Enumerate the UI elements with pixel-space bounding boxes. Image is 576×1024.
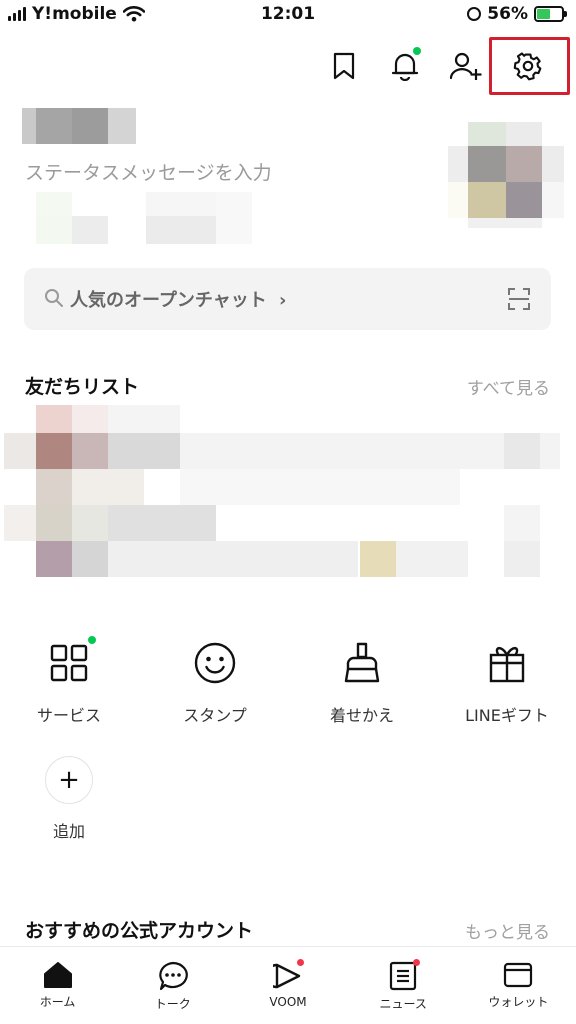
- open-chat-search-bar[interactable]: 人気のオープンチャット ›: [24, 268, 551, 330]
- open-chat-label: 人気のオープンチャット ›: [70, 286, 286, 312]
- battery-charging-icon: [534, 6, 567, 22]
- battery-fill: [537, 9, 551, 19]
- add-service-button[interactable]: + 追加: [4, 756, 134, 842]
- qr-scan-icon[interactable]: [507, 287, 531, 311]
- nav-voom[interactable]: VOOM: [230, 947, 345, 1024]
- friends-list-blurred[interactable]: [4, 405, 570, 579]
- service-label: LINEギフト: [465, 706, 549, 725]
- add-friend-button[interactable]: [444, 44, 488, 88]
- nav-talk[interactable]: トーク: [115, 947, 230, 1024]
- service-line-gift[interactable]: LINEギフト: [442, 638, 572, 726]
- service-themes[interactable]: 着せかえ: [297, 638, 427, 726]
- service-label: サービス: [36, 706, 101, 725]
- brush-icon: [337, 638, 387, 688]
- official-see-more-link[interactable]: もっと見る: [465, 918, 550, 943]
- profile-avatar-blurred[interactable]: [448, 122, 564, 228]
- chat-icon: [159, 961, 188, 991]
- nav-home[interactable]: ホーム: [0, 947, 115, 1024]
- battery-percentage: 56%: [487, 4, 528, 24]
- gift-icon: [482, 638, 532, 688]
- add-friend-icon: [449, 52, 482, 80]
- bookmark-icon: [333, 52, 355, 80]
- nav-news[interactable]: ニュース: [346, 947, 461, 1024]
- plus-icon: +: [58, 765, 80, 795]
- nav-label: ウォレット: [488, 995, 549, 1009]
- voom-badge-dot: [297, 959, 305, 966]
- rotation-lock-icon: [467, 7, 482, 21]
- status-message-input[interactable]: ステータスメッセージを入力: [25, 158, 272, 185]
- service-label: スタンプ: [183, 706, 247, 725]
- news-badge-dot: [412, 959, 420, 966]
- settings-highlight-box: [489, 37, 570, 95]
- friends-see-all-link[interactable]: すべて見る: [467, 374, 550, 399]
- brush-icon-svg: [344, 642, 380, 683]
- nav-label: ニュース: [379, 997, 427, 1011]
- add-circle: +: [45, 756, 93, 804]
- gift-icon-svg: [489, 646, 525, 683]
- search-icon: [45, 289, 63, 307]
- profile-name-blurred[interactable]: [22, 108, 136, 144]
- nav-label: ホーム: [39, 995, 76, 1009]
- news-icon: [390, 961, 417, 991]
- nav-wallet[interactable]: ウォレット: [461, 947, 576, 1024]
- service-services[interactable]: サービス: [4, 636, 134, 726]
- open-chat-text: 人気のオープンチャット: [70, 290, 267, 311]
- friends-list-title: 友だちリスト: [25, 376, 140, 398]
- grid-icon-svg: [50, 644, 88, 682]
- service-label: 着せかえ: [329, 706, 394, 725]
- chevron-right-icon: ›: [279, 290, 287, 311]
- bottom-navigation: ホーム トーク VOOM ニュース ウォレット: [0, 946, 576, 1024]
- notifications-button[interactable]: [383, 44, 427, 88]
- smiley-icon: [190, 638, 240, 688]
- nav-label: トーク: [154, 997, 191, 1011]
- home-icon: [43, 962, 72, 988]
- smiley-icon-svg: [194, 642, 236, 684]
- profile-bgm-blurred: [20, 192, 254, 246]
- bookmark-button[interactable]: [322, 44, 366, 88]
- add-label: 追加: [52, 822, 85, 841]
- wallet-icon: [504, 962, 533, 988]
- status-bar: Y!mobile 12:01 56%: [0, 0, 576, 34]
- grid-icon: [44, 636, 96, 688]
- notification-dot: [413, 47, 421, 55]
- nav-label: VOOM: [269, 995, 307, 1009]
- service-stamps[interactable]: スタンプ: [150, 638, 280, 726]
- bell-icon: [391, 53, 419, 81]
- status-right: 56%: [467, 4, 567, 24]
- new-badge-dot: [88, 636, 96, 644]
- official-accounts-title: おすすめの公式アカウント: [25, 920, 254, 942]
